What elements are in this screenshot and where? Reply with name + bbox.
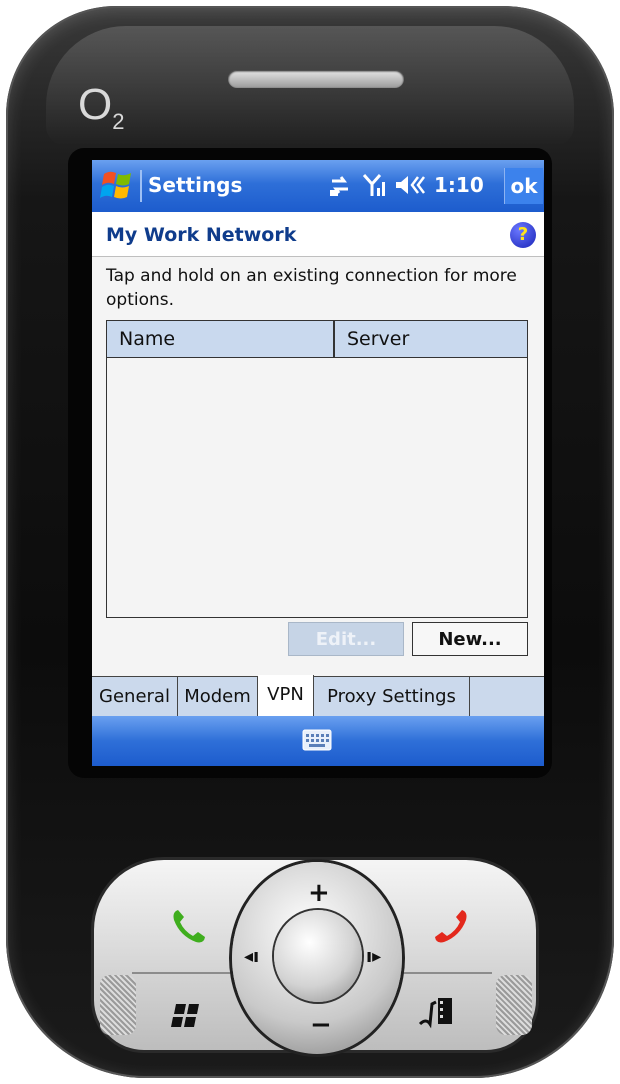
list-header: Name Server — [107, 321, 527, 358]
call-icon[interactable] — [168, 906, 208, 946]
column-header-server[interactable]: Server — [335, 321, 527, 357]
speaker-grille-right — [496, 975, 532, 1035]
brand-logo: O2 — [78, 80, 125, 134]
start-menu-key-icon[interactable] — [168, 996, 208, 1036]
ok-button[interactable]: ok — [504, 168, 543, 204]
page-title: My Work Network — [106, 224, 297, 246]
connection-list[interactable]: Name Server — [106, 320, 528, 618]
tab-vpn[interactable]: VPN — [258, 675, 314, 719]
tab-strip: General Modem VPN Proxy Settings — [92, 675, 544, 719]
dpad-down[interactable]: − — [310, 1010, 332, 1040]
navigation-center-button[interactable] — [274, 910, 362, 1002]
dpad-right[interactable]: ı▸ — [366, 946, 381, 967]
tab-modem[interactable]: Modem — [178, 677, 258, 717]
dpad-up[interactable]: + — [308, 878, 330, 908]
signal-icon[interactable] — [362, 172, 388, 198]
page-header: My Work Network ? — [92, 212, 544, 257]
end-call-icon[interactable] — [432, 906, 472, 946]
volume-icon[interactable] — [394, 172, 426, 198]
help-icon[interactable]: ? — [510, 222, 536, 248]
speaker-grille-left — [100, 975, 136, 1035]
tab-proxy-settings[interactable]: Proxy Settings — [314, 677, 470, 717]
start-flag-icon[interactable] — [98, 166, 138, 206]
connectivity-icon[interactable] — [328, 172, 352, 198]
column-header-name[interactable]: Name — [107, 321, 335, 357]
tab-general[interactable]: General — [92, 677, 178, 717]
clock-time[interactable]: 1:10 — [434, 173, 484, 197]
title-bar: Settings 1:10 ok — [92, 160, 544, 212]
new-button[interactable]: New... — [412, 622, 528, 656]
earpiece-speaker — [228, 70, 404, 88]
instruction-text: Tap and hold on an existing connection f… — [106, 266, 517, 310]
title-separator — [140, 170, 142, 202]
keyboard-icon[interactable] — [302, 729, 332, 751]
bottom-bar — [92, 716, 544, 766]
edit-button: Edit... — [288, 622, 404, 656]
dpad-left[interactable]: ◂ı — [244, 946, 259, 967]
app-title: Settings — [148, 173, 243, 197]
media-key-icon[interactable] — [416, 994, 456, 1034]
screen: Settings 1:10 ok My Work Network ? Tap a… — [92, 160, 544, 766]
